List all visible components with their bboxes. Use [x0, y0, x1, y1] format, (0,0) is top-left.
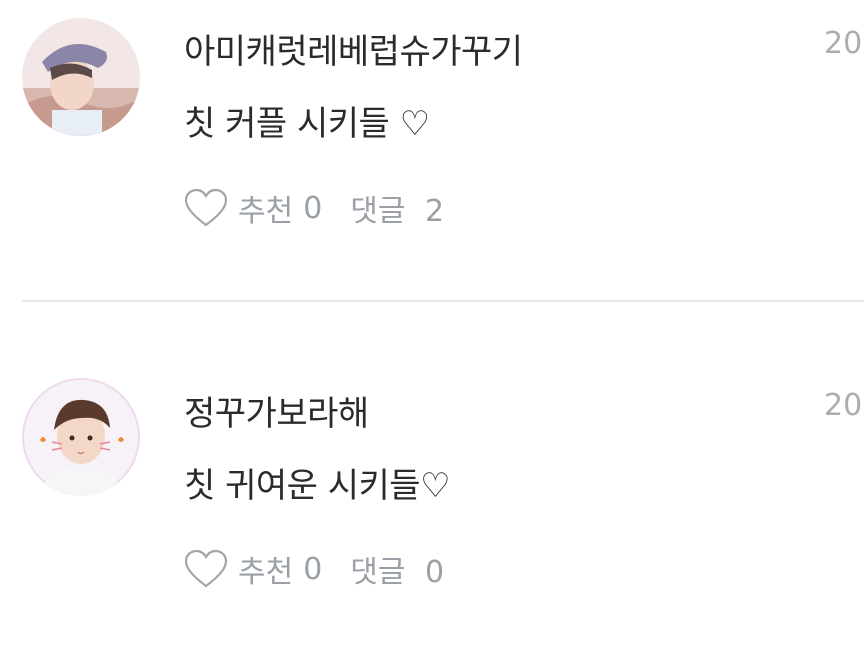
like-count: 0 [303, 551, 323, 587]
comment-text: 칫 커플 시키들 ♡ [184, 104, 430, 144]
like-label: 추천 [238, 194, 294, 229]
reply-button[interactable]: 댓글 0 [350, 547, 444, 591]
like-count: 0 [303, 190, 323, 226]
comment-item: 아미캐럿레베럽슈가꾸기 20 칫 커플 시키들 ♡ 추천 0 댓글 2 [0, 0, 864, 300]
comment-actions: 추천 0 댓글 2 [184, 186, 444, 230]
reply-label: 댓글 [350, 194, 406, 229]
avatar-image [22, 18, 140, 136]
avatar[interactable] [22, 18, 140, 136]
comment-timestamp: 20 [824, 388, 863, 423]
heart-outline-icon [184, 549, 228, 588]
avatar-image [22, 378, 140, 496]
comment-username[interactable]: 정꾸가보라해 [184, 386, 369, 435]
like-button[interactable]: 추천 0 [184, 547, 322, 591]
comment-text: 칫 귀여운 시키들♡ [184, 466, 451, 506]
comment-actions: 추천 0 댓글 0 [184, 547, 444, 591]
heart-outline-icon [184, 188, 228, 227]
like-label: 추천 [238, 555, 294, 590]
like-button[interactable]: 추천 0 [184, 186, 322, 230]
reply-button[interactable]: 댓글 2 [350, 186, 444, 230]
reply-count: 0 [425, 555, 445, 590]
reply-count: 2 [425, 194, 445, 229]
reply-label: 댓글 [350, 555, 406, 590]
comment-timestamp: 20 [824, 26, 863, 61]
comment-username[interactable]: 아미캐럿레베럽슈가꾸기 [184, 24, 523, 73]
comment-item: 정꾸가보라해 20 칫 귀여운 시키들♡ 추천 0 댓글 0 [0, 302, 864, 648]
avatar[interactable] [22, 378, 140, 496]
